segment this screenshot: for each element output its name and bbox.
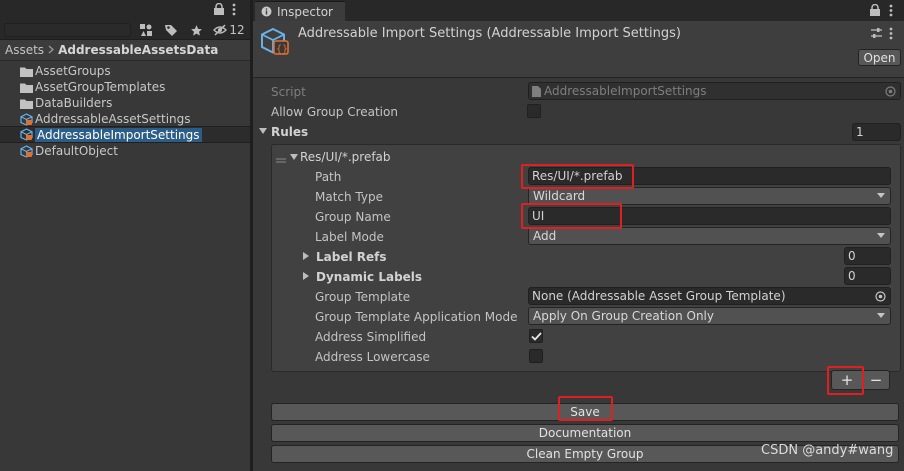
dynamic-labels-foldout-arrow[interactable]	[303, 272, 309, 280]
match-type-label: Match Type	[315, 190, 383, 204]
asset-item-label: AssetGroupTemplates	[35, 80, 166, 94]
lock-icon[interactable]	[213, 2, 227, 17]
group-name-label: Group Name	[315, 210, 391, 224]
match-type-value: Wildcard	[533, 189, 586, 203]
group-template-mode-dropdown[interactable]: Apply On Group Creation Only	[528, 307, 891, 325]
script-file-icon	[532, 85, 541, 97]
path-label: Path	[315, 170, 342, 184]
rule-title[interactable]: Res/UI/*.prefab	[300, 150, 391, 164]
group-template-label: Group Template	[315, 290, 411, 304]
tab-inspector[interactable]: Inspector	[255, 1, 345, 21]
asset-item-addressable-asset-settings[interactable]: AddressableAssetSettings	[0, 111, 250, 127]
asset-item-asset-group-templates[interactable]: AssetGroupTemplates	[0, 79, 250, 95]
inspector-header: {} Addressable Import Settings (Addressa…	[253, 21, 904, 78]
add-rule-button[interactable]: +	[831, 370, 863, 390]
hidden-count: 12	[229, 23, 245, 37]
allow-group-creation-checkbox[interactable]	[527, 104, 541, 118]
object-picker-icon[interactable]	[875, 291, 886, 304]
label-refs-foldout-arrow[interactable]	[303, 252, 309, 260]
scriptable-object-large-icon: {}	[260, 27, 292, 60]
lock-icon[interactable]	[869, 3, 881, 20]
folder-icon	[19, 80, 33, 94]
project-toolbar: 12	[0, 0, 250, 40]
search-input[interactable]	[4, 23, 131, 37]
drag-handle-icon[interactable]	[276, 153, 286, 167]
scriptable-object-icon	[19, 144, 33, 158]
breadcrumb-current[interactable]: AddressableAssetsData	[58, 43, 218, 57]
label-mode-value: Add	[533, 229, 557, 243]
hidden-packages-toggle[interactable]: 12	[210, 21, 248, 39]
rules-foldout-arrow[interactable]	[259, 128, 267, 134]
save-button[interactable]: Save	[271, 403, 899, 421]
asset-item-addressable-import-settings[interactable]: AddressableImportSettings	[0, 126, 250, 143]
rules-label[interactable]: Rules	[271, 125, 308, 139]
label-refs-count[interactable]: 0	[844, 247, 891, 265]
chevron-right-icon	[48, 43, 55, 57]
chevron-down-icon	[877, 193, 885, 198]
asset-item-label: AssetGroups	[35, 64, 111, 78]
path-input[interactable]: Res/UI/*.prefab	[528, 167, 891, 185]
info-icon	[261, 6, 272, 17]
kebab-menu-icon[interactable]	[232, 3, 246, 17]
presets-icon[interactable]	[870, 27, 883, 42]
favorite-star-icon[interactable]	[185, 21, 207, 39]
group-name-input[interactable]: UI	[528, 207, 891, 225]
chevron-down-icon	[877, 313, 885, 318]
address-simplified-label: Address Simplified	[315, 330, 427, 344]
group-template-value: None (Addressable Asset Group Template)	[532, 289, 786, 303]
object-picker-icon	[885, 86, 896, 99]
script-value: AddressableImportSettings	[544, 84, 707, 98]
tab-label: Inspector	[277, 4, 333, 19]
script-label: Script	[271, 85, 306, 99]
kebab-menu-icon[interactable]	[889, 27, 893, 43]
group-template-mode-value: Apply On Group Creation Only	[533, 309, 714, 323]
documentation-button[interactable]: Documentation	[271, 424, 899, 442]
group-template-mode-label: Group Template Application Mode	[315, 310, 518, 324]
breadcrumb: Assets AddressableAssetsData	[0, 40, 250, 61]
chevron-down-icon	[877, 233, 885, 238]
address-lowercase-label: Address Lowercase	[315, 350, 430, 364]
inspector-panel: Inspector {} Addressable Import Settings…	[253, 0, 904, 471]
label-mode-dropdown[interactable]: Add	[528, 227, 891, 245]
open-button[interactable]: Open	[858, 49, 901, 66]
scriptable-object-icon	[19, 112, 33, 126]
scriptable-object-icon	[19, 128, 33, 142]
inspector-title: Addressable Import Settings (Addressable…	[298, 26, 681, 41]
asset-item-default-object[interactable]: DefaultObject	[0, 143, 250, 159]
rule-foldout-arrow[interactable]	[290, 154, 298, 160]
allow-group-creation-label: Allow Group Creation	[271, 105, 398, 119]
filter-by-label-icon[interactable]	[160, 21, 182, 39]
folder-icon	[19, 96, 33, 110]
group-template-field[interactable]: None (Addressable Asset Group Template)	[528, 287, 891, 305]
rules-count-field[interactable]: 1	[852, 123, 901, 141]
dynamic-labels-count[interactable]: 0	[844, 267, 891, 285]
checkmark-icon	[530, 331, 542, 341]
match-type-dropdown[interactable]: Wildcard	[528, 187, 891, 205]
remove-rule-button[interactable]: −	[862, 370, 890, 390]
folder-icon	[19, 64, 33, 78]
watermark: CSDN @andy#wang	[761, 443, 894, 458]
address-lowercase-checkbox[interactable]	[529, 349, 543, 363]
project-panel: 12 Assets AddressableAssetsData AssetGro…	[0, 0, 250, 471]
asset-item-label: AddressableImportSettings	[35, 127, 202, 142]
label-refs-label[interactable]: Label Refs	[316, 250, 387, 264]
label-mode-label: Label Mode	[315, 230, 384, 244]
inspector-tabbar: Inspector	[253, 0, 904, 21]
asset-item-data-builders[interactable]: DataBuilders	[0, 95, 250, 111]
breadcrumb-root[interactable]: Assets	[5, 43, 44, 57]
eye-slash-icon	[213, 24, 228, 36]
asset-item-label: AddressableAssetSettings	[35, 112, 191, 126]
svg-text:{}: {}	[276, 44, 288, 55]
script-field: AddressableImportSettings	[528, 82, 901, 100]
asset-item-label: DefaultObject	[35, 144, 118, 158]
asset-item-label: DataBuilders	[35, 96, 113, 110]
kebab-menu-icon[interactable]	[889, 4, 893, 20]
asset-item-asset-groups[interactable]: AssetGroups	[0, 63, 250, 79]
filter-by-type-icon[interactable]	[135, 21, 157, 39]
address-simplified-checkbox[interactable]	[529, 329, 543, 343]
dynamic-labels-label[interactable]: Dynamic Labels	[316, 270, 422, 284]
